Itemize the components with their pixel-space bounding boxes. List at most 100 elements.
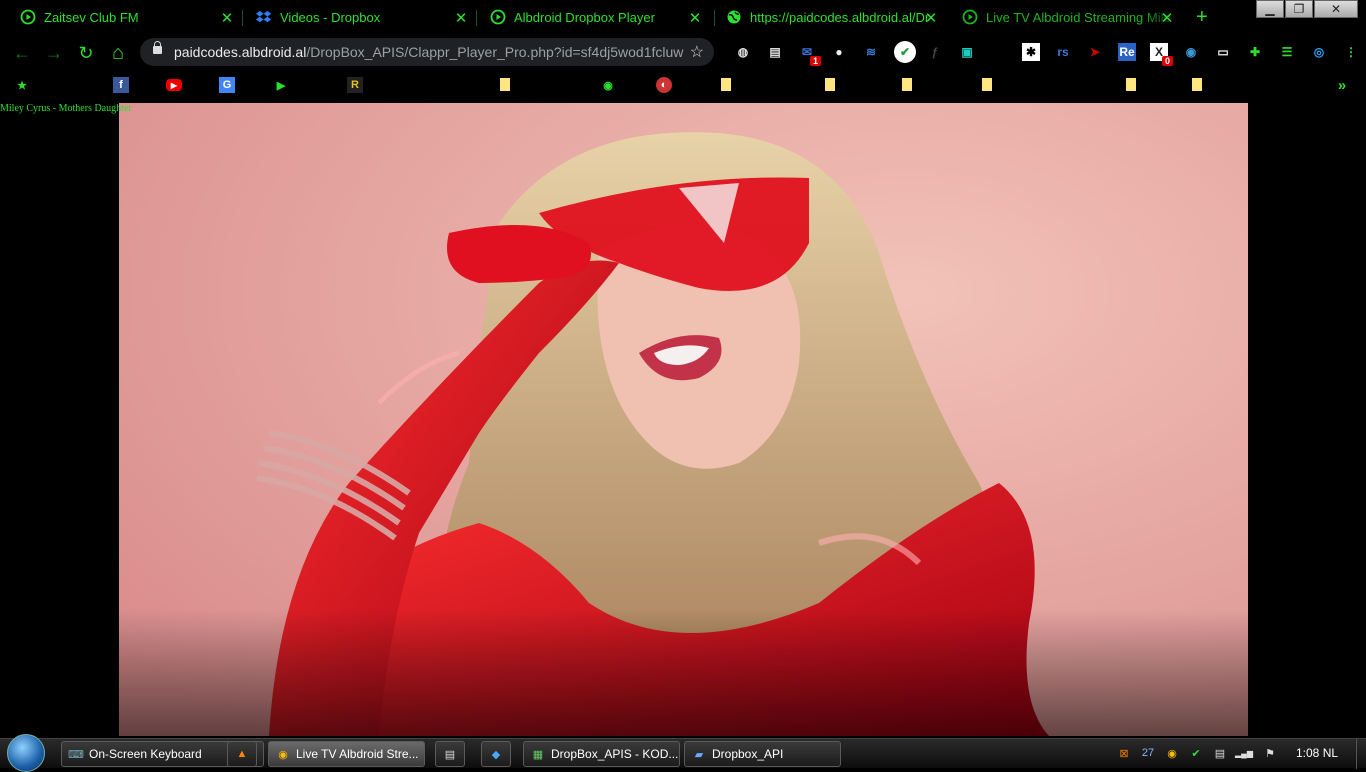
- address-bar[interactable]: paidcodes.albdroid.al/DropBox_APIS/Clapp…: [140, 38, 714, 66]
- dropbox-icon: [256, 9, 272, 25]
- menu-icon[interactable]: ⋮: [1342, 43, 1360, 61]
- url-domain: paidcodes.albdroid.al: [174, 44, 307, 60]
- new-tab-button[interactable]: +: [1196, 6, 1208, 29]
- play-circle-icon: [20, 9, 36, 25]
- flag-icon[interactable]: ⚑: [1262, 745, 1278, 761]
- clipboard-icon[interactable]: ▤: [1212, 745, 1228, 761]
- start-button[interactable]: [7, 734, 45, 772]
- rs-icon[interactable]: rs: [1054, 43, 1072, 61]
- video-title: Miley Cyrus - Mothers Daughter: [0, 103, 132, 114]
- video-player[interactable]: [119, 103, 1248, 736]
- bookmark-note-icon[interactable]: [1126, 78, 1136, 91]
- bookmark-r-icon[interactable]: R: [347, 77, 363, 93]
- video-frame: [119, 103, 1248, 736]
- tab-label: Albdroid Dropbox Player: [514, 9, 655, 25]
- taskbar-button-editor[interactable]: ▦ DropBox_APIS - KOD...: [523, 741, 680, 767]
- bookmark-translate-icon[interactable]: G: [219, 77, 235, 93]
- tab-live-tv-albdroid[interactable]: Live TV Albdroid Streaming Mile ✕: [942, 3, 1182, 31]
- editor-icon: ▦: [532, 748, 544, 761]
- bookmarks-bar: ★ f ▶ G ▶ R ◉ ◐ »: [0, 70, 1366, 100]
- x-icon[interactable]: X0: [1150, 43, 1173, 66]
- tab-close-button[interactable]: ✕: [1160, 9, 1174, 27]
- bookmark-note-icon[interactable]: [721, 78, 731, 91]
- bookmark-star-icon[interactable]: ★: [14, 77, 30, 93]
- chrome-icon[interactable]: ◉: [1164, 745, 1180, 761]
- notification-badge: 0: [1161, 56, 1173, 66]
- tab-close-button[interactable]: ✕: [220, 9, 234, 27]
- tab-label: https://paidcodes.albdroid.al/Dr: [750, 9, 930, 25]
- tab-close-button[interactable]: ✕: [924, 9, 938, 27]
- earth-icon[interactable]: ◉: [1182, 43, 1200, 61]
- tab-strip: Zaitsev Club FM ✕ Videos - Dropbox ✕ Alb…: [0, 0, 1366, 34]
- mail-icon[interactable]: ✉ 1: [798, 43, 821, 66]
- url-text: paidcodes.albdroid.al/DropBox_APIS/Clapp…: [174, 44, 683, 60]
- play-circle-icon: [962, 9, 978, 25]
- forward-button[interactable]: →: [43, 42, 65, 64]
- home-button[interactable]: ⌂: [107, 42, 129, 64]
- printer-icon[interactable]: ▭: [1214, 43, 1232, 61]
- network-icon[interactable]: ▂▄▆: [1235, 745, 1253, 761]
- profile-icon[interactable]: ◎: [1310, 43, 1328, 61]
- tab-paidcodes-url[interactable]: https://paidcodes.albdroid.al/Dr ✕: [706, 3, 946, 31]
- taskbar-button-notepad[interactable]: ▤: [435, 741, 465, 767]
- window-controls: ▁ ❐ ✕: [1255, 0, 1358, 18]
- taskbar-button-folder[interactable]: ▰ Dropbox_API: [684, 741, 841, 767]
- sync-icon[interactable]: 27: [1140, 745, 1156, 761]
- bookmark-radio-icon[interactable]: ◐: [656, 77, 672, 93]
- check-circle-icon[interactable]: ✔: [894, 41, 916, 63]
- clock[interactable]: 1:08 NL: [1296, 746, 1338, 760]
- notepad-icon: ▤: [444, 748, 456, 761]
- taskbar-button-vlc[interactable]: ▲: [227, 741, 257, 767]
- reload-button[interactable]: ↻: [75, 42, 97, 64]
- minimize-button[interactable]: ▁: [1256, 0, 1284, 18]
- bookmark-facebook-icon[interactable]: f: [113, 77, 129, 93]
- chip-icon[interactable]: ▣: [958, 43, 976, 61]
- keyboard-icon: ⌨: [68, 748, 84, 761]
- bookmark-globe-icon[interactable]: ◉: [600, 77, 616, 93]
- tab-videos-dropbox[interactable]: Videos - Dropbox ✕: [236, 3, 476, 31]
- maximize-button[interactable]: ❐: [1285, 0, 1313, 18]
- bookmark-youtube-icon[interactable]: ▶: [166, 79, 182, 91]
- tab-zaitsev-club-fm[interactable]: Zaitsev Club FM ✕: [0, 3, 242, 31]
- close-window-button[interactable]: ✕: [1314, 0, 1358, 18]
- bookmark-note-icon[interactable]: [902, 78, 912, 91]
- vlc-icon: ▲: [236, 748, 248, 760]
- globe-icon[interactable]: ◍: [734, 43, 752, 61]
- lock-icon: [153, 41, 162, 54]
- play-circle-icon: [490, 9, 506, 25]
- taskbar-button-label: Live TV Albdroid Stre...: [296, 747, 419, 761]
- back-button[interactable]: ←: [11, 42, 33, 64]
- browser-toolbar: ← → ↻ ⌂ paidcodes.albdroid.al/DropBox_AP…: [0, 34, 1366, 70]
- asterisk-icon[interactable]: ✱: [1022, 43, 1040, 61]
- bookmarks-overflow-button[interactable]: »: [1334, 77, 1350, 94]
- taskbar-button-diamond[interactable]: ◆: [481, 741, 511, 767]
- playlist-icon[interactable]: ☰: [1278, 43, 1296, 61]
- tab-close-button[interactable]: ✕: [688, 9, 702, 27]
- windows-taskbar: ⌨ On-Screen Keyboard ▲ ◉ Live TV Albdroid St…: [0, 734, 1366, 772]
- bookmark-note-icon[interactable]: [825, 78, 835, 91]
- bookmark-star-icon[interactable]: ☆: [690, 42, 704, 62]
- document-icon[interactable]: ▤: [766, 43, 784, 61]
- tab-albdroid-dropbox-player[interactable]: Albdroid Dropbox Player ✕: [470, 3, 710, 31]
- layers-icon[interactable]: ≋: [862, 43, 880, 61]
- taskbar-button-label: Dropbox_API: [712, 747, 784, 761]
- globe-icon: [726, 9, 742, 25]
- taskbar-button-label: DropBox_APIS - KOD...: [551, 747, 679, 761]
- bookmark-note-icon[interactable]: [982, 78, 992, 91]
- bookmark-note-icon[interactable]: [500, 78, 510, 91]
- arrow-icon[interactable]: ➤: [1086, 43, 1104, 61]
- github-icon[interactable]: ●: [830, 43, 848, 61]
- tab-label: Live TV Albdroid Streaming Mile: [986, 9, 1171, 25]
- taskbar-button-label: On-Screen Keyboard: [89, 747, 202, 761]
- key-icon[interactable]: ƒ: [926, 43, 944, 61]
- show-desktop-button[interactable]: [1356, 739, 1366, 769]
- re-icon[interactable]: Re: [1118, 43, 1136, 61]
- bookmark-note-icon[interactable]: [1192, 78, 1202, 91]
- bookmark-play-circle-icon[interactable]: ▶: [273, 77, 289, 93]
- shield-icon[interactable]: ✔: [1188, 745, 1204, 761]
- taskbar-button-chrome[interactable]: ◉ Live TV Albdroid Stre...: [268, 741, 425, 767]
- puzzle-icon[interactable]: ✚: [1246, 43, 1264, 61]
- diamond-icon: ◆: [491, 748, 501, 761]
- tab-close-button[interactable]: ✕: [454, 9, 468, 27]
- xampp-icon[interactable]: ⊠: [1116, 745, 1132, 761]
